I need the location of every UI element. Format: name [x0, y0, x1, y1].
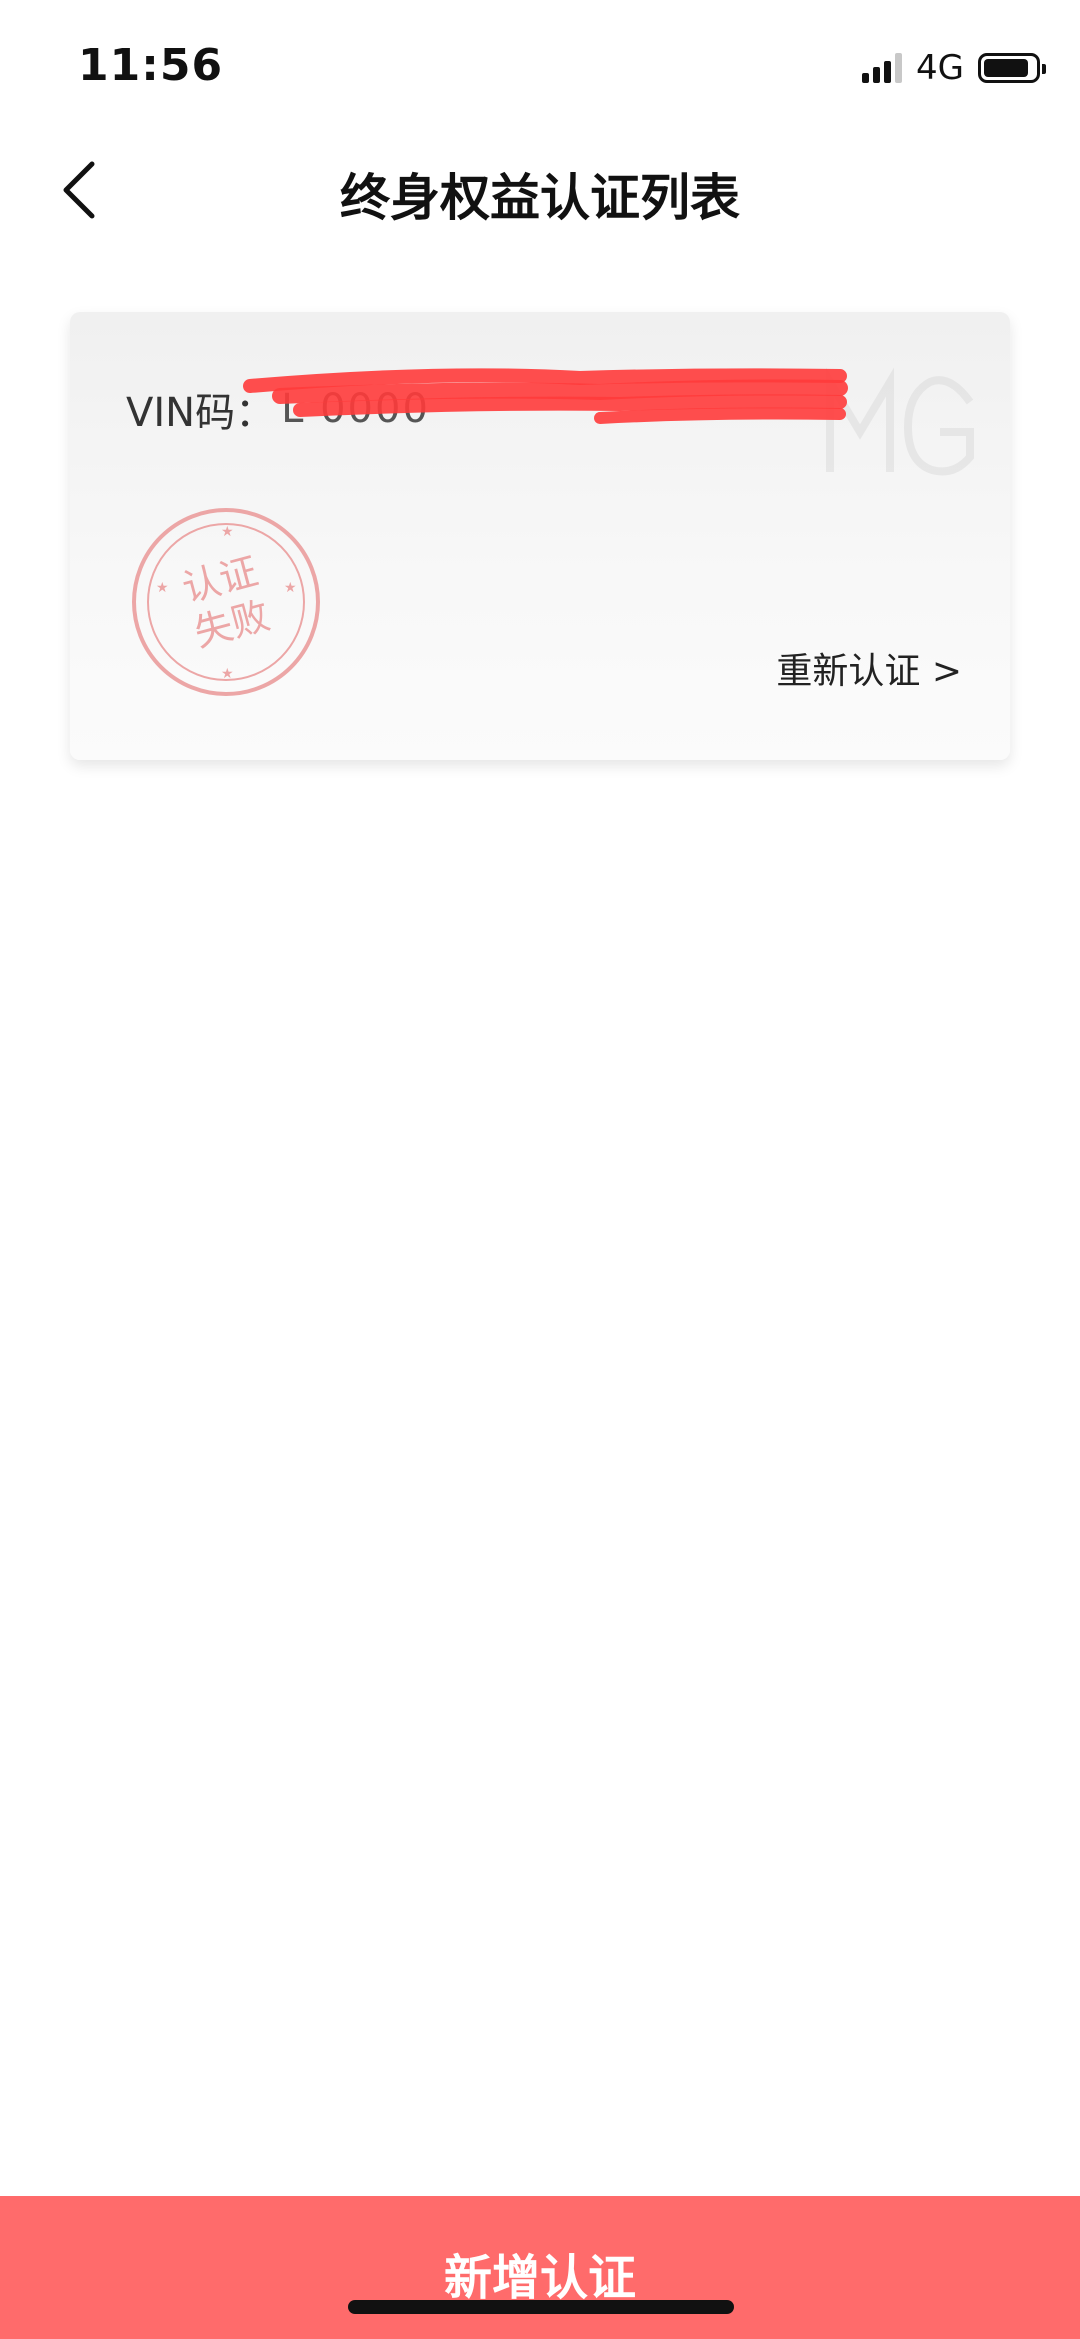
battery-icon: [978, 53, 1046, 83]
network-type: 4G: [916, 48, 964, 88]
redaction-scribble: [243, 368, 848, 424]
add-certification-button[interactable]: 新增认证: [0, 2196, 1080, 2339]
status-time: 11:56: [78, 40, 224, 91]
screen: 11:56 4G 终身权益认证列表 VIN码： L 0000 ★ ★ ★ ★ 认…: [0, 0, 1080, 2339]
home-indicator: [348, 2300, 734, 2314]
signal-icon: [862, 53, 903, 83]
certification-card: VIN码： L 0000 ★ ★ ★ ★ 认证 失败 重新认证 >: [70, 312, 1010, 760]
status-icons: 4G: [862, 48, 1046, 88]
reverify-link[interactable]: 重新认证 >: [776, 642, 962, 694]
page-title: 终身权益认证列表: [340, 169, 740, 227]
add-certification-label: 新增认证: [443, 2250, 636, 2306]
stamp-failed: ★ ★ ★ ★ 认证 失败: [126, 502, 326, 702]
